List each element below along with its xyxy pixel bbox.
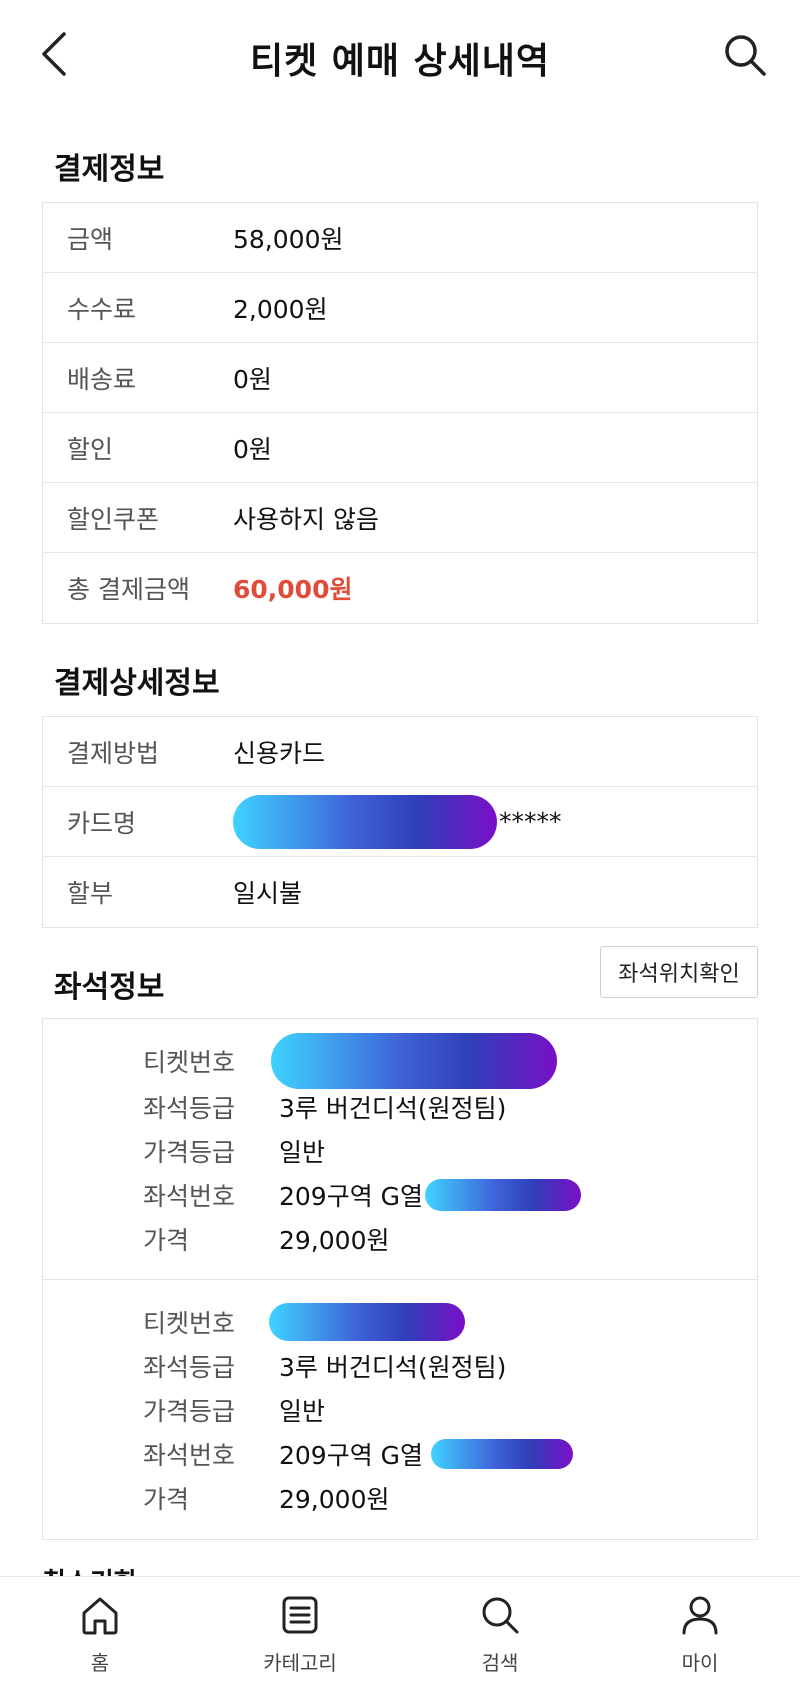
- ticket-number-label: 티켓번호: [143, 1309, 236, 1338]
- person-icon: [682, 1596, 718, 1635]
- price-grade-label: 가격등급: [143, 1138, 236, 1167]
- home-icon: [82, 1597, 118, 1635]
- seat-number-row: 좌석번호 209구역 G열: [143, 1434, 574, 1474]
- redacted-seat-number: [425, 1179, 582, 1211]
- ticket-number-row: 티켓번호: [143, 1302, 465, 1342]
- payment-table: 금액 58,000원 수수료 2,000원 배송료 0원 할인 0원 할인쿠폰 …: [42, 202, 758, 624]
- row-value: 0원: [233, 364, 272, 394]
- row-label: 할부: [67, 879, 114, 908]
- row-label: 결제방법: [67, 738, 160, 768]
- nav-label: 검색: [481, 1651, 519, 1675]
- redacted-ticket-number: [271, 1033, 557, 1089]
- row-label: 카드명: [67, 808, 137, 838]
- price-row: 가격 29,000원: [143, 1219, 389, 1259]
- seat-number-label: 좌석번호: [143, 1182, 236, 1211]
- seat-number-value: 209구역 G열: [279, 1441, 424, 1470]
- card-masked-suffix: *****: [499, 807, 562, 836]
- search-icon: [482, 1597, 519, 1634]
- nav-item-category[interactable]: 카테고리: [200, 1577, 400, 1692]
- ticket-number-label: 티켓번호: [143, 1048, 236, 1077]
- seat-location-button[interactable]: 좌석위치확인: [600, 946, 758, 998]
- nav-label: 홈: [90, 1651, 110, 1675]
- seat-grade-row: 좌석등급 3루 버건디석(원정팀): [143, 1346, 506, 1386]
- payment-row-coupon: 할인쿠폰 사용하지 않음: [43, 483, 757, 553]
- seat-number-label: 좌석번호: [143, 1441, 236, 1470]
- redacted-card-name: [233, 794, 497, 849]
- bottom-nav: 홈 카테고리 검색 마이: [0, 1576, 800, 1692]
- nav-item-home[interactable]: 홈: [0, 1577, 200, 1692]
- payment-detail-table: 결제방법 신용카드 카드명 ***** 할부 일시불: [42, 716, 758, 928]
- row-label: 배송료: [67, 364, 137, 394]
- payment-row-total: 총 결제금액 60,000원: [43, 553, 757, 623]
- redacted-seat-number: [431, 1439, 574, 1469]
- list-icon: [282, 1596, 318, 1634]
- price-row: 가격 29,000원: [143, 1478, 389, 1518]
- row-label: 할인쿠폰: [67, 504, 160, 534]
- row-value: 58,000원: [233, 224, 344, 254]
- price-value: 29,000원: [279, 1226, 390, 1255]
- nav-item-my[interactable]: 마이: [600, 1577, 800, 1692]
- row-value: 2,000원: [233, 294, 328, 324]
- price-label: 가격: [143, 1485, 190, 1514]
- seat-grade-value: 3루 버건디석(원정팀): [279, 1094, 507, 1123]
- search-icon: [725, 35, 766, 76]
- header: 티켓 예매 상세내역: [0, 0, 800, 110]
- page-title: 티켓 예매 상세내역: [249, 41, 551, 82]
- seat-grade-row: 좌석등급 3루 버건디석(원정팀): [143, 1087, 506, 1127]
- row-label: 총 결제금액: [67, 575, 190, 604]
- detail-row-card: 카드명 *****: [43, 787, 757, 857]
- row-value: 0원: [233, 434, 272, 464]
- row-label: 할인: [67, 434, 114, 464]
- row-label: 수수료: [67, 294, 137, 324]
- row-value: 일시불: [233, 879, 303, 908]
- nav-label: 마이: [681, 1651, 719, 1675]
- price-grade-value: 일반: [279, 1138, 326, 1167]
- payment-row-amount: 금액 58,000원: [43, 203, 757, 273]
- seat-number-row: 좌석번호 209구역 G열: [143, 1175, 582, 1215]
- price-grade-label: 가격등급: [143, 1397, 236, 1426]
- row-value: 신용카드: [233, 738, 326, 768]
- card-value: *****: [233, 794, 562, 849]
- price-value: 29,000원: [279, 1485, 390, 1514]
- payment-row-fee: 수수료 2,000원: [43, 273, 757, 343]
- nav-label: 카테고리: [263, 1651, 337, 1675]
- seat-grade-label: 좌석등급: [143, 1353, 236, 1382]
- redacted-ticket-number: [269, 1303, 465, 1341]
- detail-row-installment: 할부 일시불: [43, 857, 757, 927]
- total-amount: 60,000원: [233, 575, 353, 604]
- ticket-number-row: 티켓번호: [143, 1033, 557, 1089]
- price-grade-row: 가격등급 일반: [143, 1390, 325, 1430]
- price-label: 가격: [143, 1226, 190, 1255]
- payment-row-discount: 할인 0원: [43, 413, 757, 483]
- seat-table: 티켓번호 좌석등급 3루 버건디석(원정팀) 가격등급 일반 좌석번호 209구…: [42, 1018, 758, 1540]
- payment-row-shipping: 배송료 0원: [43, 343, 757, 413]
- payment-section-title: 결제정보: [54, 152, 165, 187]
- ticket-item: 티켓번호 좌석등급 3루 버건디석(원정팀) 가격등급 일반 좌석번호 209구…: [43, 1019, 757, 1280]
- row-value: 사용하지 않음: [233, 504, 379, 534]
- row-label: 금액: [67, 224, 114, 254]
- search-button[interactable]: [722, 32, 768, 78]
- detail-row-method: 결제방법 신용카드: [43, 717, 757, 787]
- seat-grade-value: 3루 버건디석(원정팀): [279, 1353, 507, 1382]
- seat-grade-label: 좌석등급: [143, 1094, 236, 1123]
- ticket-item: 티켓번호 좌석등급 3루 버건디석(원정팀) 가격등급 일반 좌석번호 209구…: [43, 1280, 757, 1540]
- payment-detail-section-title: 결제상세정보: [54, 666, 220, 701]
- price-grade-value: 일반: [279, 1397, 326, 1426]
- nav-item-search[interactable]: 검색: [400, 1577, 600, 1692]
- price-grade-row: 가격등급 일반: [143, 1131, 325, 1171]
- seat-number-value: 209구역 G열: [279, 1182, 424, 1211]
- seat-section-title: 좌석정보: [54, 970, 165, 1005]
